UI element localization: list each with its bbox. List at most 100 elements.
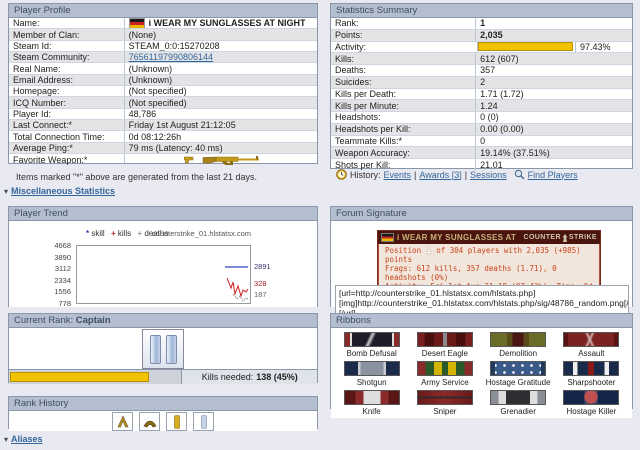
row-label: Weapon Accuracy: <box>331 148 475 158</box>
row-label: ICQ Number: <box>9 98 124 108</box>
table-row: Rank: 1 <box>331 18 632 30</box>
table-row: Homepage: (Not specified) <box>9 86 317 97</box>
ribbon-label: Bomb Defusal <box>335 349 408 358</box>
row-value: (Not specified) <box>124 97 317 107</box>
kills-value: 612 (607) <box>475 53 632 64</box>
statistics-summary-panel: Statistics Summary Rank: 1 Points: 2,035… <box>330 3 633 169</box>
row-value: (Unknown) <box>124 75 317 85</box>
table-row: Player Id: 48,786 <box>9 109 317 120</box>
activity-cell: 97.43% <box>477 42 632 53</box>
rank-progress-track <box>9 370 181 384</box>
row-label: Deaths: <box>331 65 475 75</box>
legend-skill: skill <box>91 229 104 238</box>
server-name: counterstrike_01.hlstatsx.com <box>152 229 251 238</box>
ribbon-label: Knife <box>335 407 408 416</box>
table-row: Steam Community: 76561197990806144 <box>9 52 317 63</box>
history-links-row: History: Events | Awards [3] | Sessions … <box>336 169 578 180</box>
awards-link[interactable]: Awards [3] <box>419 170 461 180</box>
activity-bar-track <box>478 42 575 51</box>
accuracy-value: 19.14% (37.51%) <box>475 147 632 158</box>
collapse-triangle-icon: ▾ <box>4 187 8 196</box>
aliases-toggle[interactable]: ▾Aliases <box>4 434 43 444</box>
table-row: Points: 2,035 <box>331 30 632 42</box>
table-row: Real Name: (Unknown) <box>9 63 317 74</box>
misc-statistics-toggle[interactable]: ▾Miscellaneous Statistics <box>4 186 115 196</box>
german-flag-icon <box>381 233 394 242</box>
table-row: Name: i WEAR MY SUNGLASSES AT NIGHT <box>9 18 317 29</box>
row-value: 48,786 <box>124 109 317 119</box>
kpd-value: 1.71 (1.72) <box>475 89 632 100</box>
captain-bar <box>166 335 177 364</box>
ribbon-cell: Hostage Killer <box>555 390 628 416</box>
ribbon-label: Army Service <box>408 378 481 387</box>
row-label: Activity: <box>331 42 477 52</box>
ribbon-grenadier-image <box>490 390 546 405</box>
ribbon-label: Desert Eagle <box>408 349 481 358</box>
y-tick: 3112 <box>37 264 71 273</box>
table-row: Steam Id: STEAM_0:0:15270208 <box>9 41 317 52</box>
separator: | <box>465 170 467 180</box>
rank-gold-chevron-icon <box>112 412 133 431</box>
ribbon-cell: Sharpshooter <box>555 361 628 387</box>
row-value: Friday 1st August 21:12:05 <box>124 120 317 130</box>
forum-signature-body: i WEAR MY SUNGLASSES AT COUNTER STRIKE P… <box>331 221 632 307</box>
captain-insignia-image <box>142 329 184 369</box>
player-profile-title: Player Profile <box>9 4 317 18</box>
ribbon-label: Shotgun <box>335 378 408 387</box>
kills-needed-value: 138 (45%) <box>256 372 298 382</box>
row-label: Real Name: <box>9 64 124 74</box>
rank-dark-chevron-icon <box>139 412 160 431</box>
row-value: i WEAR MY SUNGLASSES AT NIGHT <box>124 18 317 28</box>
player-trend-title: Player Trend <box>9 207 317 221</box>
ribbon-shotgun-image <box>344 361 400 376</box>
rank-history-icons <box>9 411 317 431</box>
trend-deaths-end-value: 187 <box>254 290 267 299</box>
current-rank-panel: Current Rank: Captain Kills needed: 138 … <box>8 313 318 383</box>
table-row: Headshots: 0 (0) <box>331 112 632 124</box>
row-value: (Unknown) <box>124 63 317 73</box>
legend-kills: kills <box>118 229 131 238</box>
row-label: Name: <box>9 18 124 28</box>
ribbon-cell: Hostage Gratitude <box>482 361 555 387</box>
table-row: Last Connect:* Friday 1st August 21:12:0… <box>9 120 317 131</box>
ribbon-cell: Sniper <box>408 390 481 416</box>
ribbon-bomb-defusal-image <box>344 332 400 347</box>
points-value: 2,035 <box>475 30 632 41</box>
kills-marker: + <box>111 229 116 238</box>
row-label: Email Address: <box>9 75 124 85</box>
find-players-link[interactable]: Find Players <box>528 170 578 180</box>
current-rank-name: Captain <box>76 315 111 326</box>
player-stats-page: Player Profile Name: i WEAR MY SUNGLASSE… <box>0 0 640 450</box>
row-value: 0d 08:12:26h <box>124 131 317 141</box>
trend-chart: * skill + kills + deaths counterstrike_0… <box>9 221 317 307</box>
table-row: Teammate Kills:* 0 <box>331 136 632 148</box>
teammate-kills-value: 0 <box>475 136 632 147</box>
events-link[interactable]: Events <box>384 170 412 180</box>
ribbon-label: Grenadier <box>482 407 555 416</box>
row-label: Headshots: <box>331 112 475 122</box>
row-label: Last Connect:* <box>9 120 124 130</box>
favorite-weapon-golden-rifle-icon <box>200 154 262 165</box>
search-icon <box>514 169 525 180</box>
counter-strike-logo: COUNTER STRIKE <box>524 234 598 242</box>
ribbon-cell: Demolition <box>482 332 555 358</box>
player-name: i WEAR MY SUNGLASSES AT NIGHT <box>149 18 306 28</box>
row-label: Teammate Kills:* <box>331 136 475 146</box>
ribbon-hostage-gratitude-image <box>490 361 546 376</box>
cs-soldier-icon <box>562 234 568 242</box>
statistics-summary-title: Statistics Summary <box>331 4 632 18</box>
row-label: Kills: <box>331 54 475 64</box>
trend-skill-end-value: 2891 <box>254 262 271 271</box>
sessions-link[interactable]: Sessions <box>470 170 507 180</box>
skill-marker: * <box>86 229 89 238</box>
table-row: Kills: 612 (607) <box>331 53 632 65</box>
german-flag-icon <box>129 18 145 28</box>
captain-bar <box>150 335 161 364</box>
ribbons-panel: Ribbons Bomb Defusal Desert Eagle Demoli… <box>330 313 633 409</box>
y-tick: 2334 <box>37 276 71 285</box>
row-label: Headshots per Kill: <box>331 124 475 134</box>
y-tick: 3890 <box>37 253 71 262</box>
ribbon-label: Hostage Killer <box>555 407 628 416</box>
steam-community-link[interactable]: 76561197990806144 <box>129 52 213 62</box>
ribbon-label: Sniper <box>408 407 481 416</box>
